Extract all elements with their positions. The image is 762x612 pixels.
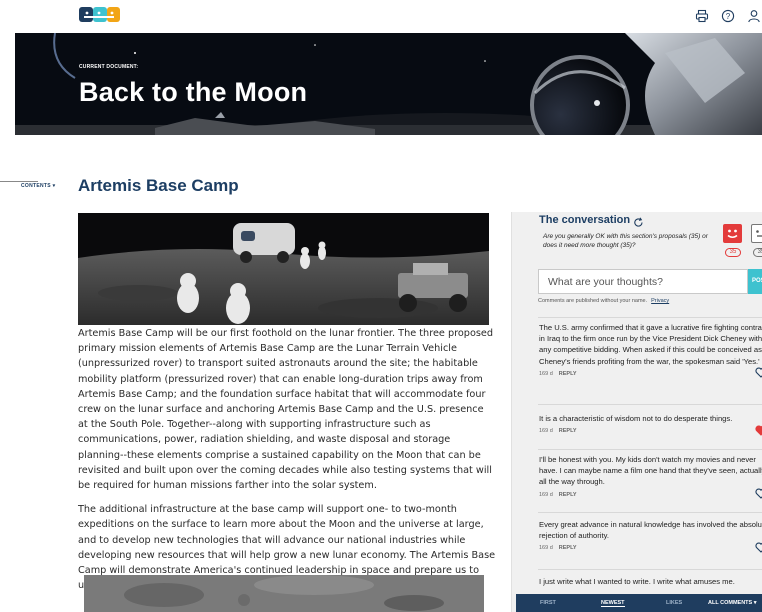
user-icon[interactable] bbox=[746, 8, 762, 24]
divider bbox=[538, 317, 762, 318]
vote-more-button[interactable] bbox=[751, 224, 762, 243]
svg-text:?: ? bbox=[726, 12, 731, 21]
comment-text: I'll be honest with you. My kids don't w… bbox=[539, 455, 762, 487]
heart-icon[interactable] bbox=[755, 425, 762, 438]
vote-ok-button[interactable] bbox=[723, 224, 742, 243]
reply-button[interactable]: REPLY bbox=[559, 371, 577, 377]
divider bbox=[538, 512, 762, 513]
reply-button[interactable]: REPLY bbox=[559, 492, 577, 498]
print-icon[interactable] bbox=[694, 8, 710, 24]
comment-text: It is a characteristic of wisdom not to … bbox=[539, 414, 733, 423]
comment-age: 169 d bbox=[539, 370, 553, 377]
tab-all-comments-label: ALL COMMENTS bbox=[708, 600, 753, 606]
comment-text: Every great advance in natural knowledge… bbox=[539, 520, 762, 541]
published-note-text: Comments are published without your name… bbox=[538, 298, 648, 304]
contents-dropdown[interactable]: CONTENTS ▾ bbox=[21, 183, 55, 189]
document-title: Back to the Moon bbox=[79, 77, 308, 107]
lunar-surface-image bbox=[84, 575, 484, 612]
comment-age: 169 d bbox=[539, 428, 553, 435]
tab-first[interactable]: FIRST bbox=[540, 600, 556, 606]
chevron-down-icon: ▾ bbox=[52, 183, 56, 189]
contents-label: CONTENTS bbox=[21, 183, 51, 189]
poll-question: Are you generally OK with this section's… bbox=[543, 233, 708, 249]
divider bbox=[538, 404, 762, 405]
reply-button[interactable]: REPLY bbox=[559, 428, 577, 434]
published-note: Comments are published without your name… bbox=[538, 298, 669, 304]
comment: It is a characteristic of wisdom not to … bbox=[539, 413, 762, 436]
conversation-panel: The conversation Are you generally OK wi… bbox=[511, 212, 762, 612]
comment-text: I just write what I wanted to write. I w… bbox=[539, 577, 735, 586]
current-document-label: CURRENT DOCUMENT: bbox=[79, 64, 139, 70]
logo-icon[interactable] bbox=[79, 5, 135, 25]
vote-more-count: 35 bbox=[753, 248, 762, 257]
comment-age: 169 d bbox=[539, 491, 553, 498]
comment-age: 169 d bbox=[539, 545, 553, 552]
heart-icon[interactable] bbox=[755, 542, 762, 555]
reply-button[interactable]: REPLY bbox=[559, 545, 577, 551]
comment-text: The U.S. army confirmed that it gave a l… bbox=[539, 323, 762, 366]
post-button[interactable]: POST bbox=[748, 269, 762, 294]
comment: The U.S. army confirmed that it gave a l… bbox=[539, 322, 762, 380]
top-bar: ? bbox=[15, 0, 762, 33]
help-icon[interactable]: ? bbox=[720, 8, 736, 24]
vote-ok-count: 35 bbox=[725, 248, 741, 257]
comment: I just write what I wanted to write. I w… bbox=[539, 576, 762, 587]
privacy-link[interactable]: Privacy bbox=[651, 298, 669, 304]
tab-all-comments[interactable]: ALL COMMENTS ▾ bbox=[708, 600, 757, 606]
comment: I'll be honest with you. My kids don't w… bbox=[539, 454, 762, 501]
comment: Every great advance in natural knowledge… bbox=[539, 519, 762, 553]
divider bbox=[538, 569, 762, 570]
section-image bbox=[78, 213, 489, 325]
conversation-title: The conversation bbox=[539, 214, 631, 226]
section-body: Artemis Base Camp will be our first foot… bbox=[78, 326, 496, 602]
comment-input[interactable]: What are your thoughts? bbox=[538, 269, 748, 294]
heart-icon[interactable] bbox=[755, 367, 762, 380]
tab-newest[interactable]: NEWEST bbox=[601, 600, 625, 607]
comment-sort-tabs: FIRST NEWEST LIKES ALL COMMENTS ▾ bbox=[516, 594, 762, 612]
hero-banner: CURRENT DOCUMENT: Back to the Moon bbox=[15, 33, 762, 135]
paragraph: Artemis Base Camp will be our first foot… bbox=[78, 328, 494, 492]
divider bbox=[538, 449, 762, 450]
section-title: Artemis Base Camp bbox=[78, 176, 239, 195]
tab-likes[interactable]: LIKES bbox=[666, 600, 682, 606]
divider bbox=[0, 181, 38, 182]
heart-icon[interactable] bbox=[755, 488, 762, 501]
refresh-icon[interactable] bbox=[633, 215, 644, 233]
